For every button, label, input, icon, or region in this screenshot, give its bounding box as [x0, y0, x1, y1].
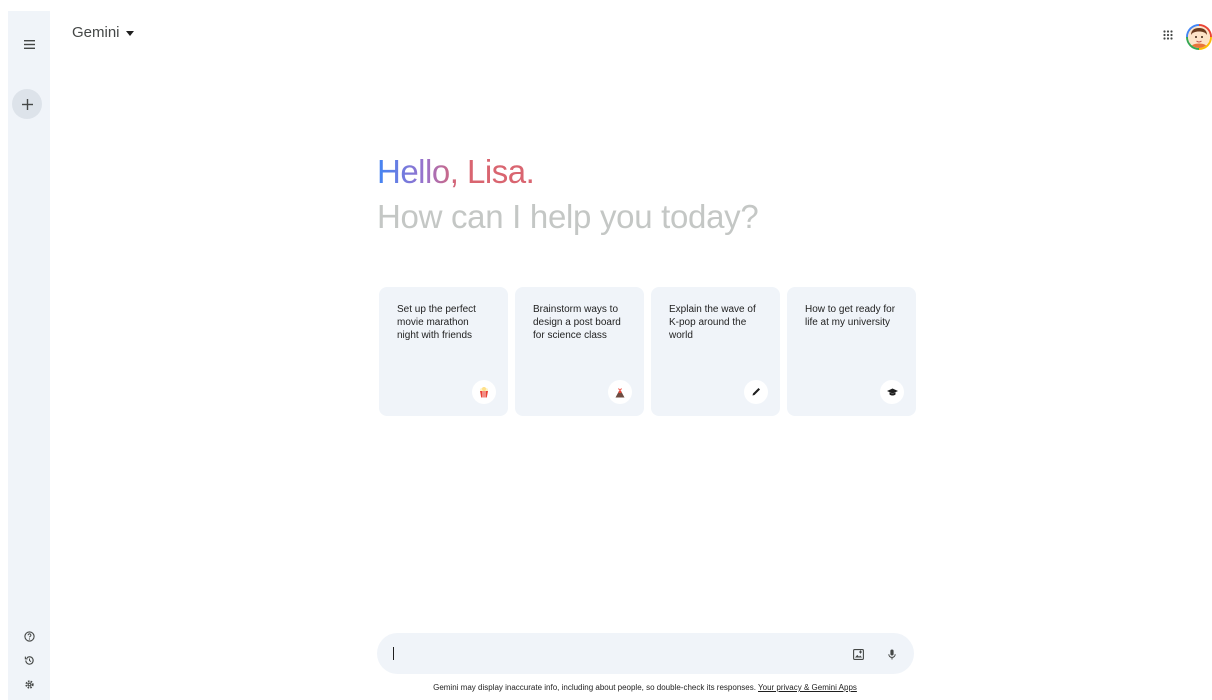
activity-button[interactable]	[18, 649, 40, 671]
sidebar-rail	[8, 11, 50, 700]
suggestion-cards: Set up the perfect movie marathon night …	[379, 287, 916, 416]
help-button[interactable]	[18, 625, 40, 647]
plus-icon	[21, 98, 33, 110]
apps-grid-icon	[1163, 30, 1173, 40]
help-icon	[23, 630, 35, 642]
footer: Gemini may display inaccurate info, incl…	[0, 683, 1212, 692]
caret-down-icon	[125, 30, 134, 36]
disclaimer-text: Gemini may display inaccurate info, incl…	[433, 683, 756, 692]
microphone-icon	[888, 649, 896, 659]
greeting-title: Hello, Lisa.	[377, 150, 758, 194]
privacy-link[interactable]: Your privacy & Gemini Apps	[758, 683, 857, 692]
suggestion-card[interactable]: Explain the wave of K-pop around the wor…	[651, 287, 780, 416]
graduation-cap-icon	[880, 380, 904, 404]
prompt-bar	[377, 633, 914, 674]
suggestion-card[interactable]: Brainstorm ways to design a post board f…	[515, 287, 644, 416]
suggestion-text: Set up the perfect movie marathon night …	[397, 304, 476, 341]
suggestion-card[interactable]: Set up the perfect movie marathon night …	[379, 287, 508, 416]
popcorn-icon	[472, 380, 496, 404]
new-chat-button[interactable]	[12, 89, 42, 119]
history-icon	[24, 655, 34, 665]
suggestion-text: How to get ready for life at my universi…	[805, 304, 896, 328]
model-switcher[interactable]: Gemini	[72, 24, 134, 41]
app-title: Gemini	[72, 24, 120, 41]
greeting-subtitle: How can I help you today?	[377, 198, 759, 235]
pen-icon	[744, 380, 768, 404]
greeting: Hello, Lisa. How can I help you today?	[377, 150, 759, 240]
menu-button[interactable]	[18, 33, 40, 55]
menu-icon	[23, 39, 35, 49]
user-avatar-icon	[1188, 26, 1210, 48]
greeting-hello: Hello,	[377, 153, 459, 190]
upload-image-button[interactable]	[850, 646, 866, 662]
suggestion-text: Explain the wave of K-pop around the wor…	[669, 304, 756, 341]
volcano-icon	[608, 380, 632, 404]
account-avatar[interactable]	[1186, 24, 1212, 50]
google-apps-button[interactable]	[1160, 27, 1176, 43]
add-image-icon	[852, 648, 864, 660]
suggestion-text: Brainstorm ways to design a post board f…	[533, 304, 621, 341]
greeting-name: Lisa.	[467, 153, 535, 190]
prompt-input[interactable]	[393, 633, 833, 674]
microphone-button[interactable]	[884, 646, 900, 662]
suggestion-card[interactable]: How to get ready for life at my universi…	[787, 287, 916, 416]
